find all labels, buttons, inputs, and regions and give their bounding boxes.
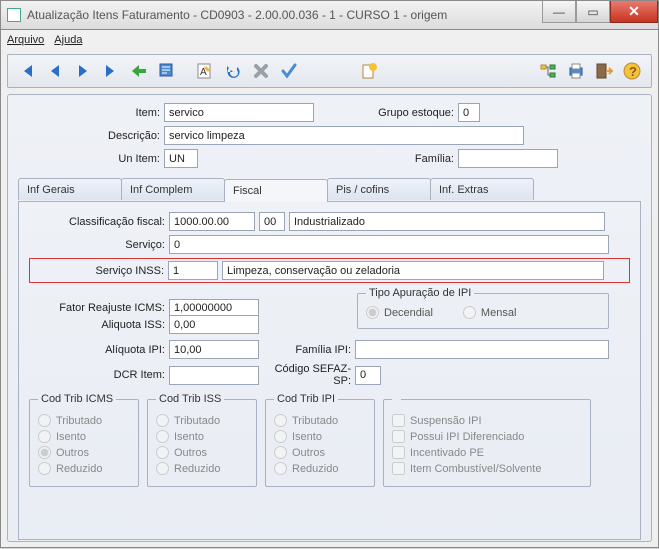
minimize-button[interactable]: — [542,1,576,23]
icms-reduzido[interactable]: Reduzido [38,462,130,475]
undo-button[interactable] [220,58,246,84]
servico-inss-label: Serviço INSS: [34,265,168,277]
return-button[interactable] [126,58,152,84]
icms-outros[interactable]: Outros [38,446,130,459]
chk-combustivel[interactable]: Item Combustível/Solvente [392,462,582,475]
un-item-field[interactable] [164,149,198,168]
ipi-isento[interactable]: Isento [274,430,366,443]
sefaz-label: Código SEFAZ-SP: [259,363,355,387]
cod-trib-icms-label: Cod Trib ICMS [38,393,116,405]
tab-pis-cofins[interactable]: Pis / cofins [327,178,431,200]
servico-inss-desc-field[interactable] [222,261,604,280]
dcr-item-field[interactable] [169,366,259,385]
tab-fiscal[interactable]: Fiscal [224,179,328,202]
descricao-field[interactable] [164,126,524,145]
iss-tributado[interactable]: Tributado [156,414,248,427]
item-field[interactable] [164,103,314,122]
chk-suspensao-ipi[interactable]: Suspensão IPI [392,414,582,427]
iss-outros[interactable]: Outros [156,446,248,459]
toolbar: A ? [7,54,652,88]
classificacao-desc-field[interactable] [289,212,605,231]
tab-inf-complem[interactable]: Inf Complem [121,178,225,200]
confirm-button[interactable] [276,58,302,84]
tab-inf-gerais[interactable]: Inf Gerais [18,178,122,200]
tipo-apuracao-ipi-label: Tipo Apuração de IPI [366,287,474,299]
last-button[interactable] [98,58,124,84]
tab-inf-extras[interactable]: Inf. Extras [430,178,534,200]
menu-ajuda[interactable]: Ajuda [54,34,82,46]
cod-trib-ipi-label: Cod Trib IPI [274,393,338,405]
ipi-outros[interactable]: Outros [274,446,366,459]
classificacao-cod-field[interactable] [259,212,285,231]
icms-tributado[interactable]: Tributado [38,414,130,427]
aliquota-ipi-field[interactable] [169,340,259,359]
close-button[interactable]: ✕ [610,1,658,23]
iss-reduzido[interactable]: Reduzido [156,462,248,475]
print-button[interactable] [563,58,589,84]
familia-label: Família: [198,153,458,165]
ipi-reduzido[interactable]: Reduzido [274,462,366,475]
servico-inss-highlight: Serviço INSS: [29,258,630,283]
tree-button[interactable] [535,58,561,84]
search-button[interactable] [154,58,180,84]
cod-trib-iss-label: Cod Trib ISS [156,393,224,405]
first-button[interactable] [14,58,40,84]
edit-text-button[interactable]: A [192,58,218,84]
delete-button[interactable] [248,58,274,84]
menu-arquivo[interactable]: Arquivo [7,34,44,46]
prev-button[interactable] [42,58,68,84]
familia-ipi-field[interactable] [355,340,609,359]
servico-label: Serviço: [29,239,169,251]
familia-field[interactable] [458,149,558,168]
descricao-label: Descrição: [18,130,164,142]
chk-incentivado-pe[interactable]: Incentivado PE [392,446,582,459]
chk-ipi-diferenciado[interactable]: Possui IPI Diferenciado [392,430,582,443]
maximize-button[interactable]: ▭ [576,1,610,23]
dcr-item-label: DCR Item: [29,369,169,381]
servico-field[interactable] [169,235,609,254]
aliquota-iss-field[interactable] [169,315,259,334]
classificacao-field[interactable] [169,212,255,231]
aliquota-ipi-label: Alíquota IPI: [29,344,169,356]
aliquota-iss-label: Aliquota ISS: [29,319,169,331]
radio-mensal[interactable]: Mensal [463,306,516,319]
ipi-flags-group [392,393,401,405]
familia-ipi-label: Família IPI: [259,344,355,356]
un-item-label: Un Item: [18,153,164,165]
ipi-tributado[interactable]: Tributado [274,414,366,427]
grupo-estoque-label: Grupo estoque: [314,107,458,119]
next-button[interactable] [70,58,96,84]
svg-text:?: ? [629,64,637,79]
servico-inss-field[interactable] [168,261,218,280]
new-doc-button[interactable] [356,58,382,84]
iss-isento[interactable]: Isento [156,430,248,443]
exit-button[interactable] [591,58,617,84]
icms-isento[interactable]: Isento [38,430,130,443]
fator-icms-label: Fator Reajuste ICMS: [29,302,169,314]
help-button[interactable]: ? [619,58,645,84]
classificacao-label: Classificação fiscal: [29,216,169,228]
item-label: Item: [18,107,164,119]
sefaz-field[interactable] [355,366,381,385]
app-icon [7,8,21,22]
grupo-estoque-field[interactable] [458,103,480,122]
window-title: Atualização Itens Faturamento - CD0903 -… [27,8,542,22]
radio-decendial[interactable]: Decendial [366,306,433,319]
